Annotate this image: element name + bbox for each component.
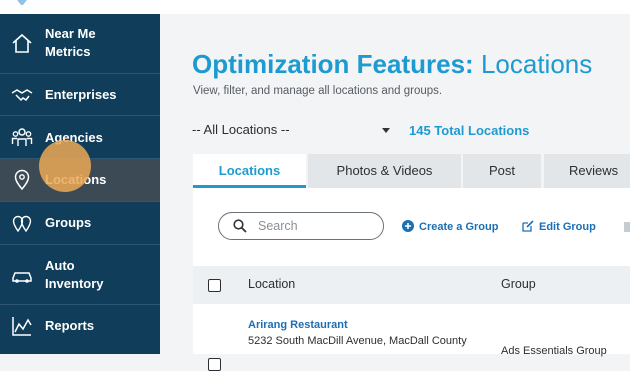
column-header-location: Location [248,277,296,291]
sidebar-item-label: Reports [45,318,95,333]
location-name-link[interactable]: Arirang Restaurant [248,319,348,331]
chart-icon [12,317,32,336]
search-placeholder: Search [258,219,298,233]
trash-icon[interactable] [623,220,630,232]
column-header-group: Group [501,277,536,291]
sidebar-item-auto-inventory[interactable]: Auto Inventory [0,245,160,305]
pin-group-icon [12,215,32,233]
map-pin-icon [14,169,30,191]
tab-reviews[interactable]: Reviews [544,154,630,188]
table-header: Location Group [193,266,630,304]
row-checkbox[interactable] [208,358,221,371]
sidebar-item-label: Enterprises [45,87,117,102]
sidebar-item-label: Auto Inventory [45,258,104,291]
location-filter-value: -- All Locations -- [192,122,290,137]
sidebar-item-near-me-metrics[interactable]: Near Me Metrics [0,14,160,74]
location-filter-select[interactable]: -- All Locations -- [192,122,392,142]
total-locations-count: 145 Total Locations [409,123,530,138]
edit-icon [522,220,534,232]
tab-locations[interactable]: Locations [193,154,306,188]
plus-circle-icon [402,220,414,232]
sidebar-item-groups[interactable]: Groups [0,202,160,245]
sidebar-item-reports[interactable]: Reports [0,305,160,354]
edit-group-label: Edit Group [539,221,596,233]
sidebar-item-enterprises[interactable]: Enterprises [0,74,160,116]
page-subtitle: View, filter, and manage all locations a… [193,85,443,97]
search-box[interactable]: Search [218,212,384,240]
brand-logo-icon [17,0,27,5]
tab-post[interactable]: Post [463,154,541,188]
sidebar-item-label: Groups [45,215,92,230]
create-group-button[interactable]: Create a Group [402,220,498,233]
main-content: Optimization Features: Locations View, f… [160,14,630,371]
select-all-checkbox[interactable] [208,279,221,292]
page-title-bold: Optimization Features: [192,49,474,79]
search-icon [233,219,247,233]
page-title-light: Locations [480,49,593,79]
tab-photos-videos[interactable]: Photos & Videos [308,154,461,188]
page-title: Optimization Features: Locations [192,49,592,80]
people-icon [11,128,33,146]
caret-down-icon [382,128,390,133]
car-icon [12,272,32,283]
top-bar [0,0,630,15]
click-highlight [39,140,91,192]
edit-group-button[interactable]: Edit Group [522,220,596,233]
location-group: Ads Essentials Group [501,345,607,357]
create-group-label: Create a Group [419,221,499,233]
handshake-icon [11,89,33,102]
locations-panel: Search Create a Group Edit Group Locatio… [193,188,630,371]
location-address: 5232 South MacDill Avenue, MacDall Count… [248,335,467,347]
home-icon [12,33,32,53]
sidebar-item-label: Near Me Metrics [45,26,96,59]
